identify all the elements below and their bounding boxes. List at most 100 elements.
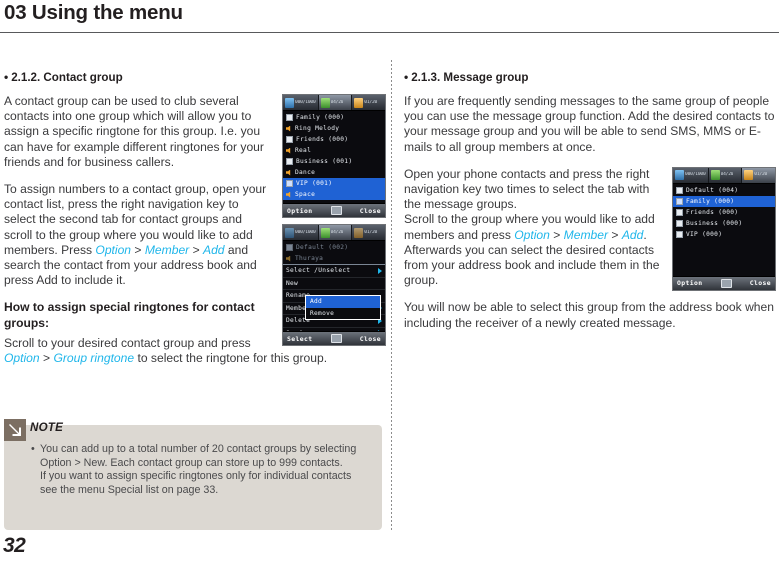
separator: > — [189, 242, 203, 257]
contact-group-list: Family (000) Ring Melody Friends (000) R… — [283, 111, 385, 200]
checkbox-icon[interactable] — [286, 136, 293, 143]
checkbox-icon[interactable] — [676, 208, 683, 216]
list-item-label: Real — [295, 147, 312, 154]
note-body: You can add up to a total number of 20 c… — [31, 443, 361, 497]
checkbox-icon[interactable] — [676, 219, 683, 227]
checkbox-icon[interactable] — [676, 197, 683, 205]
list-item-selected[interactable]: Family (000) — [673, 195, 775, 207]
list-item[interactable]: Friends (000) — [673, 207, 775, 218]
softkey-left-option[interactable]: Option — [677, 279, 703, 287]
tab-contact-groups-count: 04/20 — [720, 172, 734, 178]
tab-contacts-count: 000/1000 — [295, 229, 316, 235]
ringtone-icon — [286, 147, 291, 154]
left-column: • 2.1.2. Contact group 000/1000 04/20 01/… — [4, 70, 386, 378]
separator: > — [131, 242, 145, 257]
softkey-left-select[interactable]: Select — [287, 335, 313, 343]
highlight-group-ringtone: Group ringtone — [53, 351, 135, 366]
submenu-item-label: Add — [310, 298, 323, 306]
list-item[interactable]: Business (000) — [673, 218, 775, 229]
softkey-right-close[interactable]: Close — [360, 335, 381, 343]
note-label: NOTE — [30, 421, 64, 434]
list-item[interactable]: Family (000) — [283, 112, 385, 123]
tab-contact-groups[interactable]: 04/20 — [318, 95, 353, 110]
highlight-add: Add — [203, 242, 225, 257]
menu-item-new[interactable]: New — [283, 278, 385, 290]
tab-message-groups[interactable]: 01/20 — [742, 167, 775, 183]
note-box: NOTE You can add up to a total number of… — [4, 419, 382, 530]
tab-contact-groups[interactable]: 04/20 — [708, 167, 743, 183]
tab-contacts-count: 000/1000 — [295, 99, 316, 105]
list-item-label: Family (000) — [686, 197, 735, 205]
screen-icon[interactable] — [330, 206, 342, 215]
submenu-item-label: Remove — [310, 309, 335, 317]
phone-tab-bar: 000/1000 04/20 01/20 — [283, 225, 385, 241]
list-item-label: Default (002) — [296, 244, 349, 251]
list-item[interactable]: Default (002) — [283, 242, 385, 253]
softkey-right-close[interactable]: Close — [360, 207, 381, 215]
tab-message-groups-count: 01/20 — [364, 229, 378, 235]
list-item[interactable]: Dance — [283, 167, 385, 178]
checkbox-icon[interactable] — [676, 230, 683, 238]
separator: > — [608, 227, 622, 242]
phone-softkey-bar: Option Close — [283, 203, 385, 217]
person-icon — [285, 97, 294, 108]
list-item-selected[interactable]: VIP (001) — [283, 178, 385, 189]
contact-group-list: Default (002) Thuraya — [283, 241, 385, 264]
list-item-selected[interactable]: Space — [283, 189, 385, 200]
phone-softkey-bar: Select Close — [283, 331, 385, 345]
tab-message-groups[interactable]: 01/20 — [352, 95, 385, 110]
ringtone-icon — [286, 125, 291, 132]
separator: > — [39, 351, 54, 366]
softkey-right-close[interactable]: Close — [750, 279, 771, 287]
checkbox-icon[interactable] — [286, 180, 293, 187]
checkbox-icon[interactable] — [676, 186, 683, 194]
list-item-label: Default (004) — [686, 186, 739, 194]
menu-item-select-unselect[interactable]: Select /Unselect — [283, 265, 385, 278]
list-item[interactable]: Thuraya — [283, 253, 385, 264]
tab-contacts[interactable]: 000/1000 — [283, 95, 319, 110]
phone-screen-contact-groups: 000/1000 04/20 01/20 Family (000) Ring M… — [282, 94, 386, 218]
tab-contact-groups-count: 04/20 — [330, 99, 344, 105]
tab-contacts[interactable]: 000/1000 — [283, 225, 319, 240]
envelope-icon[interactable] — [330, 334, 342, 343]
tab-message-groups[interactable]: 01/20 — [352, 225, 385, 240]
list-item-label: Ring Melody — [295, 125, 340, 132]
note-line-2: If you want to assign specific ringtones… — [40, 470, 352, 496]
tab-contact-groups[interactable]: 04/20 — [318, 225, 353, 240]
phone-softkey-bar: Option Close — [673, 275, 775, 290]
submenu-item-add[interactable]: Add — [306, 296, 380, 308]
highlight-member: Member — [563, 227, 609, 242]
list-item[interactable]: Friends (000) — [283, 134, 385, 145]
screen-icon[interactable] — [720, 278, 732, 288]
list-item-label: Business (001) — [296, 158, 353, 165]
phone-screen-option-menu: 000/1000 04/20 01/20 Default (002) Thura… — [282, 224, 386, 346]
list-item[interactable]: Ring Melody — [283, 123, 385, 134]
list-item[interactable]: Real — [283, 145, 385, 156]
note-line-1: You can add up to a total number of 20 c… — [40, 443, 357, 469]
list-item-label: Friends (000) — [296, 136, 349, 143]
paragraph-select-group: You will now be able to select this grou… — [404, 300, 774, 330]
phone-screenshot-message-groups: 000/1000 04/20 01/20 Default (004) Famil… — [672, 166, 776, 291]
submenu-item-remove[interactable]: Remove — [306, 308, 380, 320]
section-heading-text: 2.1.3. Message group — [411, 71, 529, 84]
section-heading-message-group: • 2.1.3. Message group — [404, 70, 776, 85]
ringtone-icon — [286, 191, 291, 198]
list-item-label: Friends (000) — [686, 208, 739, 216]
list-item[interactable]: VIP (000) — [673, 229, 775, 240]
softkey-left-option[interactable]: Option — [287, 207, 313, 215]
checkbox-icon[interactable] — [286, 244, 293, 251]
tab-contacts[interactable]: 000/1000 — [673, 167, 709, 183]
checkbox-icon[interactable] — [286, 114, 293, 121]
list-item[interactable]: Default (004) — [673, 185, 775, 196]
paragraph-text: to select the ringtone for this group. — [134, 351, 328, 366]
chevron-right-icon — [378, 267, 382, 274]
section-bullet: • — [4, 70, 9, 84]
list-item-label: Business (000) — [686, 219, 743, 227]
highlight-add: Add — [621, 227, 644, 242]
highlight-option: Option — [4, 351, 40, 366]
checkbox-icon[interactable] — [286, 158, 293, 165]
phone-screen-message-groups: 000/1000 04/20 01/20 Default (004) Famil… — [672, 166, 776, 291]
paragraph-message-group-intro: If you are frequently sending messages t… — [404, 94, 775, 154]
list-item[interactable]: Business (001) — [283, 156, 385, 167]
mail-icon — [354, 97, 364, 108]
